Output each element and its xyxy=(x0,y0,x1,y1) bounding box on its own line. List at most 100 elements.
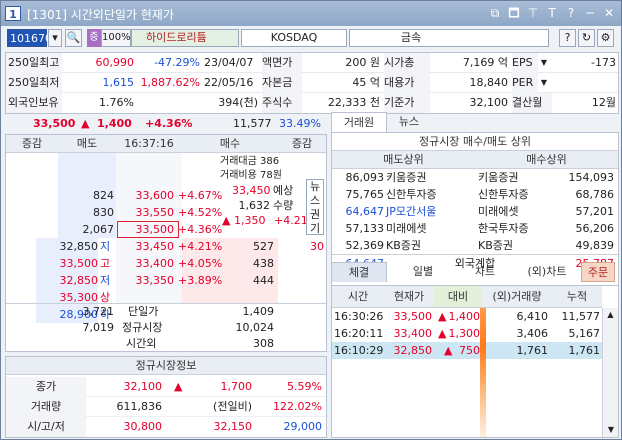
current-price: 33,500 xyxy=(33,117,76,130)
window-title: [1301] 시간외단일가 현재가 xyxy=(27,8,174,22)
eps-dropdown-icon[interactable]: ▼ xyxy=(538,53,550,73)
stat-low-label: 저 xyxy=(100,274,111,287)
broker-row: 64,647 JP모간서울 미래에셋 57,201 xyxy=(345,205,615,218)
label-250-low: 250일최저 xyxy=(6,73,62,93)
ask-price[interactable]: 33,550 xyxy=(118,204,175,221)
tab-daily[interactable]: 일별 xyxy=(395,262,451,282)
ask-qty: 824 xyxy=(93,189,114,202)
broker-row: 75,765 신한투자증 신한투자증 68,786 xyxy=(345,188,615,201)
value-shares-outstanding: 22,333 천 xyxy=(327,96,380,109)
minimize-button[interactable]: ─ xyxy=(582,5,598,21)
help-icon[interactable]: ? xyxy=(563,5,579,21)
stat-high-value: 33,500 xyxy=(36,255,98,272)
ask-price[interactable]: 33,500 xyxy=(118,221,175,238)
news-tab-vertical[interactable]: 뉴 스 권 기 xyxy=(306,179,324,235)
col-time: 시간 xyxy=(332,286,384,308)
help-button[interactable]: ? xyxy=(559,29,576,47)
search-icon[interactable]: 🔍 xyxy=(65,29,82,47)
refresh-icon[interactable]: ↻ xyxy=(578,29,595,47)
label-fiscal-month: 결산월 xyxy=(512,93,552,113)
font-icon[interactable]: T xyxy=(544,5,560,21)
bid-qty: 527 xyxy=(253,240,274,253)
settings-icon[interactable]: ⚙ xyxy=(597,29,614,47)
ask-pct: +4.36% xyxy=(178,223,223,236)
scrollbar[interactable]: ▲ ▼ xyxy=(602,308,618,437)
bid-price[interactable]: 33,350 xyxy=(118,272,175,289)
tab-brokers[interactable]: 거래원 xyxy=(331,112,387,132)
price-summary: 33,500 ▲ 1,400 +4.36% 11,577 33.49% xyxy=(5,116,327,134)
ob-header-bid-change: 증감 xyxy=(278,135,326,153)
always-on-top-icon[interactable]: ⊤ xyxy=(525,5,541,21)
ask-pct: +4.52% xyxy=(178,206,223,219)
col-volume: (외)거래량 xyxy=(482,286,552,308)
expected-change: 1,350 xyxy=(234,214,266,227)
single-price-label: 단일가 xyxy=(128,305,159,318)
regular-qty-left: 7,019 xyxy=(82,321,115,334)
margin-rate: 100% xyxy=(101,29,131,47)
dropdown-icon[interactable]: ▾ xyxy=(48,29,62,47)
value-per xyxy=(552,73,616,93)
label-market-cap: 시가총 xyxy=(384,53,430,73)
label-foreign-holding: 외국인보유 xyxy=(6,93,62,113)
stat-last-label: 지 xyxy=(100,240,111,253)
ob-header-bid: 매수 xyxy=(182,135,278,153)
tab-news[interactable]: 뉴스 xyxy=(387,112,431,132)
stock-info-panel: 250일최고 60,990 -47.29% 23/04/07 액면가 200 원… xyxy=(5,52,619,114)
value-market-cap: 7,169 억 xyxy=(462,56,508,69)
market-label: KOSDAQ xyxy=(241,29,347,47)
tab-foreign-chart[interactable]: (외)차트 xyxy=(519,262,575,282)
price-change-pct: +4.36% xyxy=(145,117,193,130)
side-value: 30 xyxy=(310,240,324,253)
value-substitute-price: 18,840 xyxy=(469,76,509,89)
app-icon: 1 xyxy=(5,6,21,21)
table-row[interactable]: 16:10:29 32,850 ▲ 750 1,761 1,761 xyxy=(332,342,602,359)
tab-trades[interactable]: 체결 xyxy=(331,262,387,282)
trade-ticks-panel: 시간 현재가 대비 (외)거래량 누적 16:30:26 33,500 ▲ 1,… xyxy=(331,285,619,438)
buy-top-header: 매수상위 xyxy=(475,151,618,169)
stat-low-value: 32,850 xyxy=(36,272,98,289)
per-dropdown-icon[interactable]: ▼ xyxy=(538,73,550,93)
tab-chart[interactable]: 차트 xyxy=(457,262,513,282)
broker-row: 52,369 KB증권 KB증권 49,839 xyxy=(345,239,615,252)
label-per: PER xyxy=(512,73,538,93)
scroll-up-icon[interactable]: ▲ xyxy=(603,308,618,322)
broker-row: 57,133 미래에셋 한국투자증 56,206 xyxy=(345,222,615,235)
label-250-high: 250일최고 xyxy=(6,53,62,73)
price-change: 1,400 xyxy=(97,117,132,130)
value-250-low-date: 22/05/16 xyxy=(204,76,254,89)
window-pin-icon[interactable]: 🗖 xyxy=(506,5,522,21)
tab-order[interactable]: 주문 xyxy=(581,262,615,282)
regular-qty-right: 10,024 xyxy=(235,321,275,334)
bid-price[interactable]: 33,450 xyxy=(118,238,175,255)
table-row: 16:30:26 33,500 ▲ 1,400 6,410 11,577 xyxy=(334,310,600,323)
bid-pct: +4.21% xyxy=(178,240,223,253)
ask-total: 3,721 xyxy=(82,305,115,318)
toolbar: 101670 ▾ 🔍 증 100% 하이드로리튬 KOSDAQ 금속 ? ↻ ⚙ xyxy=(3,28,621,50)
bid-price[interactable]: 33,400 xyxy=(118,255,175,272)
value-250-high-pct: -47.29% xyxy=(154,56,200,69)
window-link-icon[interactable]: ⧉ xyxy=(487,5,503,21)
bid-pct: +3.89% xyxy=(178,274,223,287)
order-book: 증감 매도 16:37:16 매수 증감 824 33,600 +4.67% 8… xyxy=(5,134,327,352)
ob-header-ask: 매도 xyxy=(58,135,116,153)
value-250-low-pct: 1,887.62% xyxy=(140,76,200,89)
broker-row: 86,093 키움증권 키움증권 154,093 xyxy=(345,171,615,184)
margin-badge: 증 xyxy=(87,29,101,47)
close-button[interactable]: ✕ xyxy=(601,5,617,21)
table-row: 16:20:11 33,400 ▲ 1,300 3,406 5,167 xyxy=(334,327,600,340)
value-base-price: 32,100 xyxy=(469,96,509,109)
title-bar[interactable]: 1 [1301] 시간외단일가 현재가 ⧉ 🗖 ⊤ T ? ─ ✕ xyxy=(1,1,621,26)
up-arrow-icon: ▲ xyxy=(174,380,183,393)
stock-code-input[interactable]: 101670 xyxy=(7,29,52,47)
bid-total: 1,409 xyxy=(242,305,275,318)
stat-last-value: 32,850 xyxy=(36,238,98,255)
regular-market-title: 정규시장정보 xyxy=(6,357,326,375)
volume-bar xyxy=(480,308,486,437)
label-base-price: 기준가 xyxy=(384,93,430,113)
stock-name[interactable]: 하이드로리튬 xyxy=(131,29,239,47)
scroll-down-icon[interactable]: ▼ xyxy=(603,423,619,437)
regular-market-label: 정규시장 xyxy=(122,321,163,334)
ask-price[interactable]: 33,600 xyxy=(118,187,175,204)
value-par-value: 200 원 xyxy=(345,56,380,69)
label-par-value: 액면가 xyxy=(262,53,302,73)
